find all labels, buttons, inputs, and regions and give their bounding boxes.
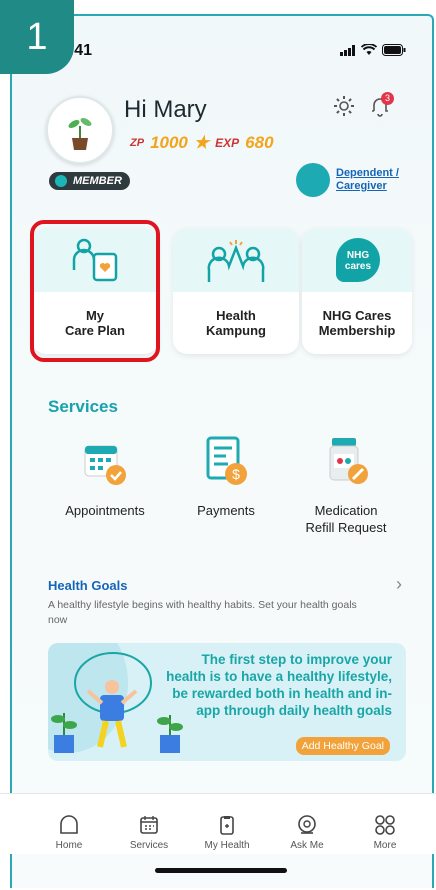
service-payments[interactable]: $ Payments [166,436,286,519]
chat-icon [298,815,316,834]
zp-value: 1000 [150,133,188,152]
exp-value: 680 [245,133,274,152]
add-healthy-goal-button[interactable]: Add Healthy Goal [295,737,390,755]
tab-bar: Home Services My Health Ask Me More [0,793,436,854]
payment-icon: $ [206,436,247,485]
tab-ask-me[interactable]: Ask Me [274,814,340,851]
tab-home[interactable]: Home [36,814,102,851]
highlight-box [30,220,160,362]
sprout-icon [68,118,92,150]
health-goal-banner[interactable]: The first step to improve your health is… [48,643,406,761]
health-goals-desc: A healthy lifestyle begins with healthy … [48,599,357,626]
status-bar: 9:41 [60,42,420,62]
greeting: Hi Mary [124,96,207,123]
medication-icon [329,438,368,484]
notification-count: 3 [381,92,394,105]
zp-label: ZP [130,137,145,149]
high-five-icon [207,240,265,282]
chevron-right-icon[interactable]: › [396,574,402,595]
service-medication-refill[interactable]: Medication Refill Request [286,436,406,536]
tab-my-health[interactable]: My Health [194,814,260,851]
tab-services[interactable]: Services [116,814,182,851]
banner-text: The first step to improve your health is… [166,652,392,718]
gear-icon[interactable] [332,94,356,118]
home-indicator [155,868,287,873]
star-icon: ★ [193,133,210,152]
wifi-icon [361,44,377,55]
member-badge: MEMBER [49,172,130,190]
notification-button[interactable]: 3 [368,92,396,122]
exp-label: EXP [215,136,240,150]
services-title: Services [48,397,118,416]
tab-more[interactable]: More [352,814,418,851]
signal-icon [340,44,355,56]
health-goals-title[interactable]: Health Goals [48,578,127,593]
points-row: ZP 1000 ★ EXP 680 [130,133,274,153]
services-calendar-icon [140,816,158,834]
health-kampung-card[interactable]: Health Kampung [173,228,299,354]
battery-icon [382,44,406,56]
step-badge: 1 [0,0,74,74]
grid-icon [375,815,395,835]
nhg-cares-logo: NHG cares [336,238,380,282]
calendar-icon [84,445,126,485]
family-icon [296,163,330,197]
clipboard-icon [220,816,234,835]
member-icon [55,175,67,187]
svg-text:$: $ [232,466,240,482]
nhg-cares-card[interactable]: NHG cares NHG Cares Membership [302,228,412,354]
avatar[interactable] [46,96,114,164]
service-appointments[interactable]: Appointments [45,436,165,519]
dependent-caregiver-link[interactable]: Dependent / Caregiver [296,163,399,197]
home-icon [60,815,78,834]
